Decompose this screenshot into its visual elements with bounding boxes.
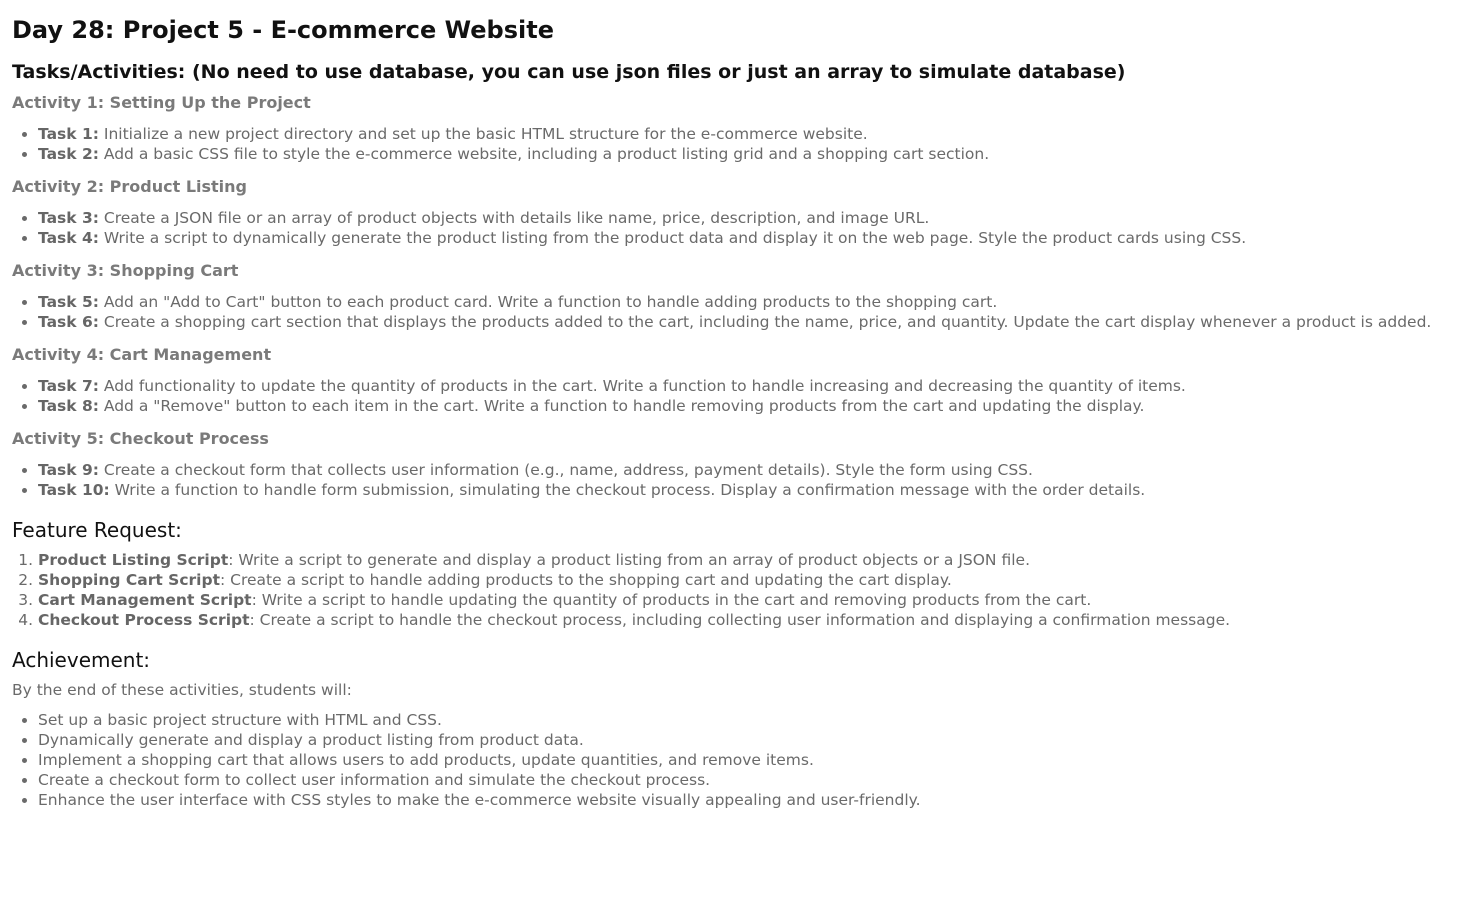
task-text: Create a JSON file or an array of produc… <box>98 209 930 227</box>
task-label: Task 1: <box>38 125 99 143</box>
task-text: Write a script to dynamically generate t… <box>98 229 1247 247</box>
feature-text: : Write a script to generate and display… <box>228 551 1030 569</box>
activity-section: Activity 2: Product Listing Task 3: Crea… <box>12 176 1466 248</box>
task-item: Task 7: Add functionality to update the … <box>38 376 1466 396</box>
feature-request-heading: Feature Request: <box>12 518 182 542</box>
task-item: Task 1: Initialize a new project directo… <box>38 124 1466 144</box>
achievement-item: Implement a shopping cart that allows us… <box>38 750 1466 770</box>
activity-title: Activity 5: Checkout Process <box>12 429 269 448</box>
task-label: Task 5: <box>38 293 99 311</box>
page-title: Day 28: Project 5 - E-commerce Website <box>12 16 554 44</box>
task-text: Add a basic CSS file to style the e-comm… <box>98 145 990 163</box>
task-list: Task 1: Initialize a new project directo… <box>12 124 1466 164</box>
task-text: Create a checkout form that collects use… <box>98 461 1033 479</box>
task-text: Add functionality to update the quantity… <box>98 377 1186 395</box>
task-label: Task 9: <box>38 461 99 479</box>
feature-request-list: Product Listing Script: Write a script t… <box>12 550 1466 630</box>
task-label: Task 2: <box>38 145 99 163</box>
feature-label: Shopping Cart Script <box>38 571 220 589</box>
activity-title: Activity 4: Cart Management <box>12 345 272 364</box>
task-item: Task 3: Create a JSON file or an array o… <box>38 208 1466 228</box>
task-label: Task 8: <box>38 397 99 415</box>
task-item: Task 6: Create a shopping cart section t… <box>38 312 1466 332</box>
task-list: Task 7: Add functionality to update the … <box>12 376 1466 416</box>
activity-section: Activity 1: Setting Up the Project Task … <box>12 92 1466 164</box>
achievement-item: Create a checkout form to collect user i… <box>38 770 1466 790</box>
feature-item: Product Listing Script: Write a script t… <box>38 550 1466 570</box>
task-list: Task 5: Add an "Add to Cart" button to e… <box>12 292 1466 332</box>
achievement-heading: Achievement: <box>12 648 151 672</box>
document-page: Day 28: Project 5 - E-commerce Website T… <box>0 0 1466 916</box>
feature-text: : Create a script to handle adding produ… <box>219 571 952 589</box>
task-text: Add an "Add to Cart" button to each prod… <box>98 293 998 311</box>
task-text: Write a function to handle form submissi… <box>109 481 1146 499</box>
task-list: Task 3: Create a JSON file or an array o… <box>12 208 1466 248</box>
activity-section: Activity 5: Checkout Process Task 9: Cre… <box>12 428 1466 500</box>
task-item: Task 8: Add a "Remove" button to each it… <box>38 396 1466 416</box>
tasks-heading: Tasks/Activities: (No need to use databa… <box>12 61 1126 83</box>
feature-item: Cart Management Script: Write a script t… <box>38 590 1466 610</box>
task-item: Task 4: Write a script to dynamically ge… <box>38 228 1466 248</box>
activity-section: Activity 3: Shopping Cart Task 5: Add an… <box>12 260 1466 332</box>
activity-title: Activity 1: Setting Up the Project <box>12 93 311 112</box>
feature-item: Shopping Cart Script: Create a script to… <box>38 570 1466 590</box>
feature-text: : Write a script to handle updating the … <box>251 591 1092 609</box>
activity-section: Activity 4: Cart Management Task 7: Add … <box>12 344 1466 416</box>
task-item: Task 5: Add an "Add to Cart" button to e… <box>38 292 1466 312</box>
task-label: Task 6: <box>38 313 99 331</box>
feature-label: Checkout Process Script <box>38 611 250 629</box>
task-text: Create a shopping cart section that disp… <box>98 313 1432 331</box>
activity-title: Activity 3: Shopping Cart <box>12 261 239 280</box>
task-list: Task 9: Create a checkout form that coll… <box>12 460 1466 500</box>
task-item: Task 2: Add a basic CSS file to style th… <box>38 144 1466 164</box>
activity-title: Activity 2: Product Listing <box>12 177 247 196</box>
task-label: Task 10: <box>38 481 110 499</box>
task-label: Task 3: <box>38 209 99 227</box>
task-item: Task 9: Create a checkout form that coll… <box>38 460 1466 480</box>
task-label: Task 7: <box>38 377 99 395</box>
achievement-list: Set up a basic project structure with HT… <box>12 710 1466 810</box>
task-item: Task 10: Write a function to handle form… <box>38 480 1466 500</box>
achievement-item: Enhance the user interface with CSS styl… <box>38 790 1466 810</box>
task-label: Task 4: <box>38 229 99 247</box>
task-text: Add a "Remove" button to each item in th… <box>98 397 1145 415</box>
feature-label: Product Listing Script <box>38 551 229 569</box>
feature-item: Checkout Process Script: Create a script… <box>38 610 1466 630</box>
feature-label: Cart Management Script <box>38 591 252 609</box>
feature-text: : Create a script to handle the checkout… <box>249 611 1231 629</box>
achievement-item: Set up a basic project structure with HT… <box>38 710 1466 730</box>
achievement-intro: By the end of these activities, students… <box>12 681 352 699</box>
task-text: Initialize a new project directory and s… <box>98 125 868 143</box>
achievement-item: Dynamically generate and display a produ… <box>38 730 1466 750</box>
